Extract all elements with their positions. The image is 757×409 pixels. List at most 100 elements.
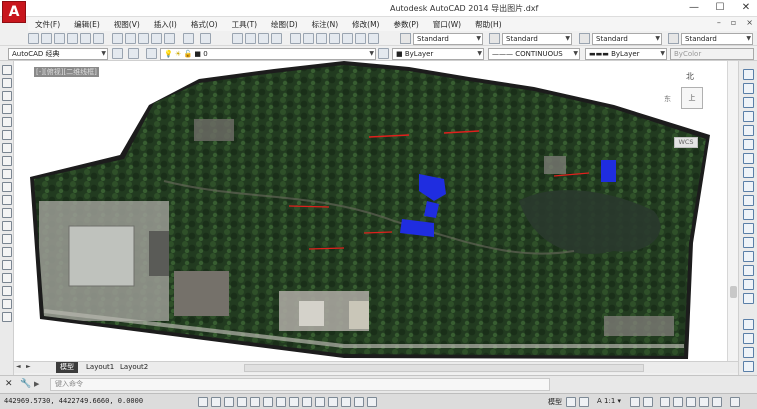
ucs-menu[interactable]: WCS [674,137,698,148]
status-bar-menu-icon[interactable] [712,397,722,407]
table-style-icon[interactable] [579,33,590,44]
polygon-icon[interactable] [2,104,12,114]
save-icon[interactable] [54,33,65,44]
layer-properties-icon[interactable] [146,48,157,59]
trim-icon[interactable] [743,195,754,206]
construction-line-icon[interactable] [2,78,12,88]
pan-icon[interactable] [232,33,243,44]
spline-icon[interactable] [2,169,12,179]
tab-prev-icon[interactable]: ◄ [16,363,21,370]
line-icon[interactable] [2,65,12,75]
copy-object-icon[interactable] [743,83,754,94]
menu-format[interactable]: 格式(O) [184,19,225,30]
command-history-icon[interactable]: ▶ [34,378,48,391]
isolate-objects-icon[interactable] [699,397,709,407]
clean-screen-icon[interactable] [730,397,740,407]
scrollbar-thumb[interactable] [730,286,737,298]
arc-icon[interactable] [2,130,12,140]
menu-draw[interactable]: 绘图(D) [264,19,305,30]
layer-select[interactable]: 💡 ☀ 🔓 ■ 0 ▼ [160,48,376,60]
open-file-icon[interactable] [41,33,52,44]
quick-properties-icon[interactable] [354,397,364,407]
quick-view-layouts-icon[interactable] [566,397,576,407]
menu-help[interactable]: 帮助(H) [468,19,509,30]
workspace-select[interactable]: AutoCAD 经典 ▼ [8,48,108,60]
workspace-settings-icon[interactable] [112,48,123,59]
print-icon[interactable] [67,33,78,44]
model-space-label[interactable]: 模型 [548,397,562,407]
polyline-icon[interactable] [2,91,12,101]
insert-block-icon[interactable] [2,208,12,218]
rectangle-icon[interactable] [2,117,12,127]
send-to-back-icon[interactable] [743,333,754,344]
menu-insert[interactable]: 插入(I) [147,19,184,30]
make-block-icon[interactable] [2,221,12,231]
dynamic-input-icon[interactable] [315,397,325,407]
sheet-set-icon[interactable] [329,33,340,44]
tool-palettes-icon[interactable] [316,33,327,44]
join-icon[interactable] [743,251,754,262]
zoom-previous-icon[interactable] [271,33,282,44]
block-editor-icon[interactable] [164,33,175,44]
mirror-icon[interactable] [743,97,754,108]
command-input[interactable]: 键入命令 [50,378,550,391]
stretch-icon[interactable] [743,181,754,192]
print-preview-icon[interactable] [80,33,91,44]
lineweight-display-icon[interactable] [328,397,338,407]
plot-style-select[interactable]: ByColor [670,48,754,60]
multileader-style-icon[interactable] [668,33,679,44]
doc-restore-button[interactable]: ▫ [731,18,736,27]
drawing-canvas[interactable]: [-][俯视][二维线框] 北 东 上 WCS [14,61,727,361]
tab-model[interactable]: 模型 [56,362,78,373]
new-file-icon[interactable] [28,33,39,44]
break-at-point-icon[interactable] [743,223,754,234]
copy-icon[interactable] [125,33,136,44]
dim-style-icon[interactable] [489,33,500,44]
move-icon[interactable] [743,139,754,150]
make-current-layer-icon[interactable] [378,48,389,59]
viewcube[interactable]: 上 [681,87,703,109]
ellipse-arc-icon[interactable] [2,195,12,205]
redo-icon[interactable] [200,33,211,44]
properties-icon[interactable] [290,33,301,44]
object-snap-tracking-icon[interactable] [289,397,299,407]
text-style-icon[interactable] [400,33,411,44]
color-select[interactable]: ■ ByLayer ▼ [392,48,484,60]
match-properties-icon[interactable] [151,33,162,44]
quickcalc-icon[interactable] [355,33,366,44]
infer-constraints-icon[interactable] [198,397,208,407]
hardware-acceleration-icon[interactable] [686,397,696,407]
tab-next-icon[interactable]: ► [26,363,31,370]
dynamic-ucs-icon[interactable] [302,397,312,407]
circle-icon[interactable] [2,143,12,153]
polar-tracking-icon[interactable] [250,397,260,407]
menu-view[interactable]: 视图(V) [107,19,147,30]
zoom-window-icon[interactable] [258,33,269,44]
snap-mode-icon[interactable] [211,397,221,407]
close-icon[interactable]: ✕ [5,379,13,389]
doc-close-button[interactable]: × [746,18,753,27]
annotation-visibility-icon[interactable] [630,397,640,407]
doc-minimize-button[interactable]: – [717,18,721,27]
menu-modify[interactable]: 修改(M) [345,19,386,30]
gear-icon[interactable] [128,48,139,59]
offset-icon[interactable] [743,111,754,122]
multileader-style-select[interactable]: Standard ▼ [681,33,753,45]
coordinate-readout[interactable]: 442969.5730, 4422749.6660, 0.0000 [4,397,143,405]
multiline-text-icon[interactable] [2,299,12,309]
linetype-select[interactable]: ——— CONTINUOUS ▼ [488,48,580,60]
tab-layout2[interactable]: Layout2 [116,362,152,373]
bring-above-icon[interactable] [743,347,754,358]
ellipse-icon[interactable] [2,182,12,192]
send-under-icon[interactable] [743,361,754,372]
break-icon[interactable] [743,237,754,248]
erase-icon[interactable] [743,69,754,80]
quick-view-drawings-icon[interactable] [579,397,589,407]
design-center-icon[interactable] [303,33,314,44]
rotate-icon[interactable] [743,153,754,164]
menu-parametric[interactable]: 参数(P) [386,19,425,30]
minimize-button[interactable]: — [687,1,701,15]
gradient-icon[interactable] [2,260,12,270]
table-style-select[interactable]: Standard ▼ [592,33,662,45]
transparency-icon[interactable] [341,397,351,407]
